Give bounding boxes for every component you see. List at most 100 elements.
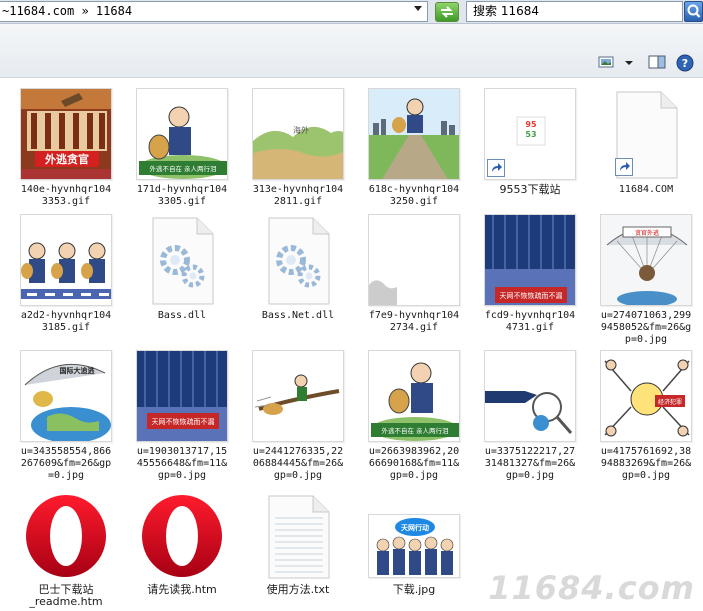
file-item[interactable]: 618c-hyvnhqr104 3250.gif — [356, 88, 472, 208]
file-item[interactable]: 巴士下载站 _readme.htm — [8, 494, 124, 610]
opera-icon — [24, 494, 108, 578]
file-item[interactable]: 天网行动 下载.jpg — [356, 494, 472, 610]
jpg-thumbnail: 天网行动 — [368, 514, 460, 578]
gif-thumbnail — [368, 88, 460, 180]
url-shortcut-icon: 95 53 — [484, 88, 576, 180]
file-item[interactable]: a2d2-hyvnhqr104 3185.gif — [8, 214, 124, 334]
gif-thumbnail: 海外 — [252, 88, 344, 180]
file-name: u=2441276335,22 06884445&fm=26& gp=0.jpg — [252, 446, 344, 481]
refresh-button[interactable] — [435, 2, 459, 22]
file-item[interactable]: Bass.Net.dll — [240, 214, 356, 334]
chevron-down-icon — [625, 61, 633, 65]
file-name: u=2663983962,20 66690168&fm=11& gp=0.jpg — [368, 446, 460, 481]
thumb-caption: 贪官外逃 — [635, 229, 659, 237]
site-watermark: 11684.com — [488, 569, 695, 607]
file-item[interactable]: 11684.COM — [588, 88, 703, 208]
file-name: 使用方法.txt — [266, 583, 330, 596]
thumb-caption: 外逃不自在 亲人两行泪 — [149, 164, 216, 173]
file-name: 巴士下载站 _readme.htm — [29, 583, 103, 608]
address-dropdown-icon[interactable] — [414, 6, 422, 11]
thumb-caption: 经济犯罪 — [658, 398, 682, 406]
svg-text:95: 95 — [525, 120, 537, 129]
view-dropdown[interactable] — [624, 54, 634, 72]
file-name: u=274071063,299 9458052&fm=26&g p=0.jpg — [600, 310, 692, 345]
refresh-icon — [441, 6, 453, 18]
thumb-caption: 外逃不自在 亲人两行泪 — [381, 426, 448, 435]
file-name: Bass.dll — [157, 310, 207, 321]
file-name: Bass.Net.dll — [261, 310, 335, 321]
file-item[interactable]: 请先读我.htm — [124, 494, 240, 610]
gif-thumbnail — [20, 214, 112, 306]
file-name: 171d-hyvnhqr104 3305.gif — [136, 184, 228, 207]
file-name: u=1903013717,15 45556648&fm=11& gp=0.jpg — [136, 446, 228, 481]
file-name: 313e-hyvnhqr104 2811.gif — [252, 184, 344, 207]
file-name: u=343558554,866 267609&fm=26&gp =0.jpg — [20, 446, 112, 481]
thumb-caption: 天网行动 — [401, 523, 429, 532]
file-item[interactable]: 95 53 9553下载站 — [472, 88, 588, 208]
shortcut-arrow-icon — [615, 158, 633, 176]
jpg-thumbnail: 天网不恢恢疏而不漏 — [136, 350, 228, 442]
search-icon — [687, 4, 701, 18]
view-icon — [598, 56, 614, 68]
file-item[interactable]: Bass.dll — [124, 214, 240, 334]
shortcut-arrow-icon — [487, 159, 505, 177]
file-name: 11684.COM — [618, 184, 674, 195]
file-name: f7e9-hyvnhqr104 2734.gif — [368, 310, 460, 333]
help-icon: ? — [676, 54, 694, 72]
thumb-caption: 天网不恢恢疏而不漏 — [152, 417, 215, 426]
svg-text:53: 53 — [525, 130, 536, 139]
toolbar: ? — [0, 24, 703, 78]
jpg-thumbnail: 国际大追逃 — [20, 350, 112, 442]
file-name: 618c-hyvnhqr104 3250.gif — [368, 184, 460, 207]
file-name: 9553下载站 — [499, 183, 561, 196]
file-name: u=4175761692,38 94883269&fm=26& gp=0.jpg — [600, 446, 692, 481]
file-name: fcd9-hyvnhqr104 4731.gif — [484, 310, 576, 333]
file-item[interactable]: 海外 313e-hyvnhqr104 2811.gif — [240, 88, 356, 208]
view-button[interactable] — [598, 54, 614, 72]
help-button[interactable]: ? — [676, 54, 694, 72]
file-name: 请先读我.htm — [147, 583, 217, 596]
file-name: u=3375122217,27 31481327&fm=26& gp=0.jpg — [484, 446, 576, 481]
jpg-thumbnail: 外逃不自在 亲人两行泪 — [368, 350, 460, 442]
file-name: a2d2-hyvnhqr104 3185.gif — [20, 310, 112, 333]
thumb-caption: 外逃贪官 — [44, 152, 89, 166]
txt-icon — [263, 494, 333, 580]
file-item[interactable]: 使用方法.txt — [240, 494, 356, 610]
gif-thumbnail: 外逃贪官 — [20, 88, 112, 180]
gif-thumbnail: 天网不恢恢疏而不漏 — [484, 214, 576, 306]
thumb-caption: 天网不恢恢疏而不漏 — [500, 291, 563, 300]
file-name: 140e-hyvnhqr104 3353.gif — [20, 184, 112, 207]
file-item[interactable]: 外逃贪官 140e-hyvnhqr104 3353.gif — [8, 88, 124, 208]
file-item[interactable]: 国际大追逃 u=343558554,866 267609&fm=26&gp =0… — [8, 350, 124, 482]
preview-pane-icon — [648, 55, 666, 69]
file-item[interactable]: 天网不恢恢疏而不漏 u=1903013717,15 45556648&fm=11… — [124, 350, 240, 482]
search-button[interactable] — [684, 1, 703, 22]
gif-thumbnail: 外逃不自在 亲人两行泪 — [136, 88, 228, 180]
dll-gear-icon — [263, 216, 333, 306]
file-name: 下载.jpg — [392, 583, 436, 596]
file-item[interactable]: u=2441276335,22 06884445&fm=26& gp=0.jpg — [240, 350, 356, 482]
jpg-thumbnail: 经济犯罪 — [600, 350, 692, 442]
blank-shortcut-icon — [611, 90, 681, 180]
opera-icon — [140, 494, 224, 578]
file-item[interactable]: 天网不恢恢疏而不漏 fcd9-hyvnhqr104 4731.gif — [472, 214, 588, 334]
file-list: 外逃贪官 140e-hyvnhqr104 3353.gif 外逃不自在 亲人两行… — [0, 80, 703, 611]
thumb-caption: 国际大追逃 — [60, 366, 96, 375]
jpg-thumbnail — [252, 350, 344, 442]
preview-pane-button[interactable] — [648, 54, 666, 72]
file-item[interactable]: f7e9-hyvnhqr104 2734.gif — [356, 214, 472, 334]
gif-thumbnail — [368, 214, 460, 306]
file-item[interactable]: 贪官外逃 u=274071063,299 9458052&fm=26&g p=0… — [588, 214, 703, 346]
dll-gear-icon — [147, 216, 217, 306]
svg-text:?: ? — [682, 57, 688, 70]
jpg-thumbnail — [484, 350, 576, 442]
search-input[interactable]: 搜索 11684 — [466, 1, 683, 22]
address-bar-strip: ~11684.com » 11684 搜索 11684 — [0, 0, 703, 24]
file-item[interactable]: 外逃不自在 亲人两行泪 u=2663983962,20 66690168&fm=… — [356, 350, 472, 482]
file-item[interactable]: 外逃不自在 亲人两行泪 171d-hyvnhqr104 3305.gif — [124, 88, 240, 208]
file-item[interactable]: u=3375122217,27 31481327&fm=26& gp=0.jpg — [472, 350, 588, 482]
file-item[interactable]: 经济犯罪 u=4175761692,38 94883269&fm=26& gp=… — [588, 350, 703, 482]
jpg-thumbnail: 贪官外逃 — [600, 214, 692, 306]
thumb-caption: 海外 — [293, 125, 309, 135]
address-path[interactable]: ~11684.com » 11684 — [0, 1, 428, 22]
